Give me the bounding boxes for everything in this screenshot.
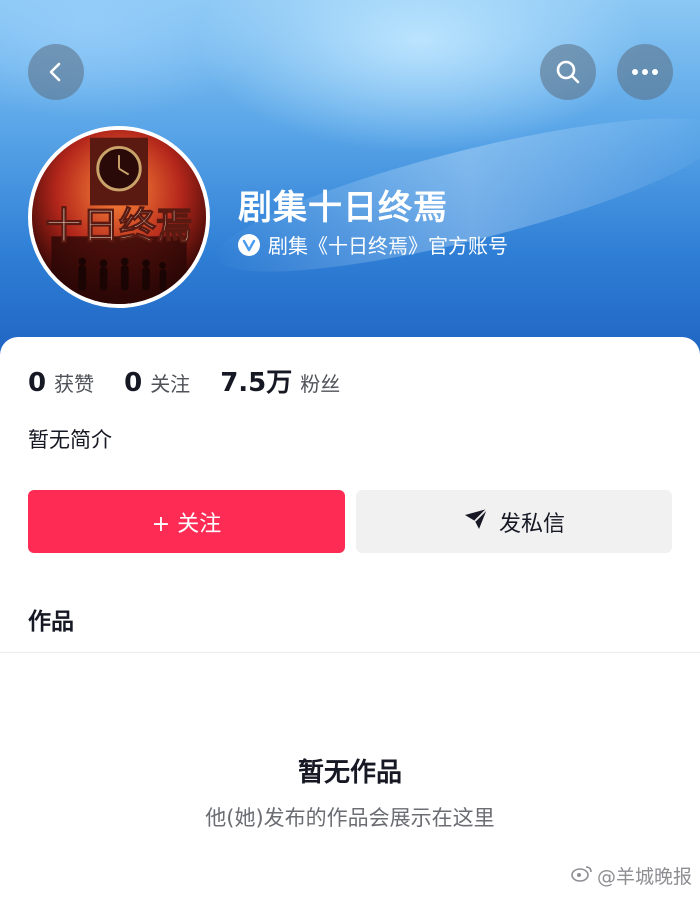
stat-followers-value: 7.5万 xyxy=(220,368,293,398)
empty-state-title: 暂无作品 xyxy=(297,758,402,788)
divider xyxy=(0,652,700,653)
avatar[interactable]: 十日终焉 xyxy=(28,126,210,308)
back-button[interactable] xyxy=(28,44,84,100)
profile-name: 剧集十日终焉 xyxy=(238,188,448,228)
bio-text: 暂无简介 xyxy=(28,428,112,452)
avatar-poster-image: 十日终焉 xyxy=(32,130,206,304)
stat-followers-label: 粉丝 xyxy=(300,372,341,396)
svg-text:十日终焉: 十日终焉 xyxy=(46,204,193,247)
message-button-label: 发私信 xyxy=(498,511,565,537)
stat-likes[interactable]: 0 获赞 xyxy=(28,368,94,398)
stat-following-label: 关注 xyxy=(150,372,191,396)
chevron-left-icon xyxy=(45,61,67,83)
more-horizontal-icon xyxy=(631,68,659,76)
stat-likes-value: 0 xyxy=(28,368,47,398)
stat-followers[interactable]: 7.5万 粉丝 xyxy=(220,362,340,399)
stat-following[interactable]: 0 关注 xyxy=(124,368,190,398)
empty-state-subtitle: 他(她)发布的作品会展示在这里 xyxy=(205,806,495,830)
verified-row: 剧集《十日终焉》官方账号 xyxy=(238,230,508,259)
verified-icon xyxy=(238,233,260,256)
message-button[interactable]: 发私信 xyxy=(356,490,672,553)
tab-works[interactable]: 作品 xyxy=(28,602,74,636)
verified-text: 剧集《十日终焉》官方账号 xyxy=(268,234,508,258)
watermark-text: @羊城晚报 xyxy=(596,866,692,888)
weibo-logo-icon xyxy=(571,864,593,887)
search-icon xyxy=(555,59,581,85)
more-button[interactable] xyxy=(617,44,673,100)
stat-likes-label: 获赞 xyxy=(54,372,95,396)
follow-button[interactable]: + 关注 xyxy=(28,490,345,553)
follow-button-label: + 关注 xyxy=(151,511,222,537)
watermark: @羊城晚报 xyxy=(571,862,692,889)
stat-following-value: 0 xyxy=(124,368,143,398)
send-icon xyxy=(463,507,489,537)
search-button[interactable] xyxy=(540,44,596,100)
stats-row: 0 获赞 0 关注 7.5万 粉丝 xyxy=(28,362,370,399)
